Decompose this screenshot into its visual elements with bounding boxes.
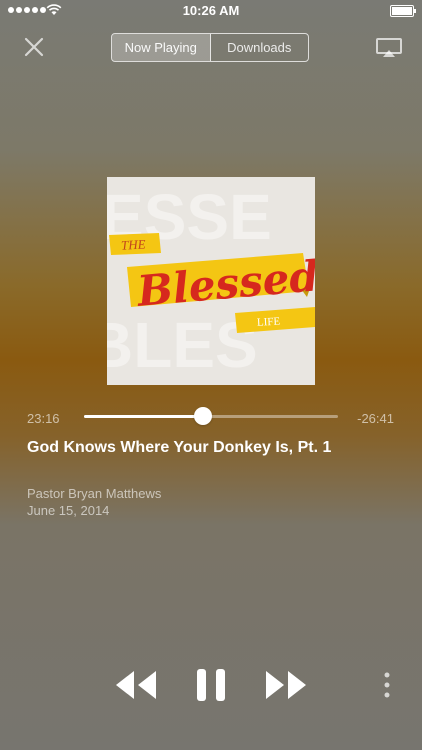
progress-fill — [84, 415, 204, 418]
rewind-icon[interactable] — [112, 667, 160, 703]
more-vertical-icon[interactable] — [380, 672, 394, 698]
battery-icon — [390, 5, 416, 17]
segmented-control: Now Playing Downloads — [111, 33, 309, 62]
artwork-label-top: THE — [121, 236, 146, 252]
svg-text:BLES: BLES — [107, 309, 258, 381]
speaker-name: Pastor Bryan Matthews — [27, 486, 162, 501]
tab-now-playing[interactable]: Now Playing — [112, 34, 211, 61]
artwork-graphic: ESSE BLES THE Blessed LIFE — [107, 177, 315, 385]
episode-title: God Knows Where Your Donkey Is, Pt. 1 — [27, 439, 332, 456]
status-time: 10:26 AM — [182, 3, 240, 18]
episode-date: June 15, 2014 — [27, 503, 110, 518]
pause-icon[interactable] — [193, 667, 229, 703]
artwork-label-bottom: LIFE — [257, 316, 281, 329]
progress-slider[interactable] — [84, 407, 338, 425]
airplay-icon[interactable] — [376, 38, 402, 58]
tab-downloads[interactable]: Downloads — [211, 34, 309, 61]
remaining-time: -26:41 — [357, 411, 394, 426]
album-artwork: ESSE BLES THE Blessed LIFE — [107, 177, 315, 385]
elapsed-time: 23:16 — [27, 411, 60, 426]
fast-forward-icon[interactable] — [262, 667, 310, 703]
status-bar: 10:26 AM — [0, 0, 422, 22]
progress-thumb[interactable] — [194, 407, 213, 425]
close-icon[interactable] — [22, 35, 46, 59]
